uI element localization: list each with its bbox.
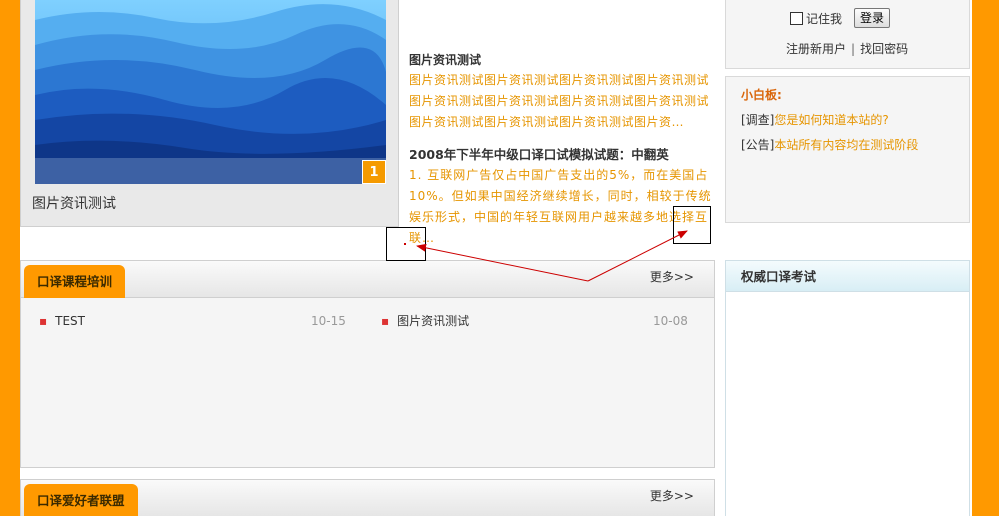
notice-tag: [公告] [741,138,775,152]
slider-caption[interactable]: 图片资讯测试 [32,193,116,213]
list-item[interactable]: ▪ TEST [39,314,85,328]
remember-label: 记住我 [806,12,843,26]
news-item-summary[interactable]: 图片资讯测试图片资讯测试图片资讯测试图片资讯测试图片资讯测试图片资讯测试图片资讯… [409,70,714,133]
notice-link[interactable]: 本站所有内容均在测试阶段 [774,138,918,152]
annotation-box-right [673,206,711,244]
training-section: 口译课程培训 更多>> ▪ TEST 10-15 ▪ 图片资讯测试 10-08 [20,260,715,468]
link-separator: | [851,42,856,56]
notice-tag: [调查] [741,113,775,127]
union-section: 口译爱好者联盟 更多>> [20,479,715,516]
forgot-password-link[interactable]: 找回密码 [860,42,908,56]
left-orange-border [0,0,20,516]
login-links: 注册新用户 | 找回密码 [786,40,908,57]
remember-me[interactable]: 记住我 [790,10,842,27]
notice-link[interactable]: 您是如何知道本站的? [774,113,888,127]
notice-item[interactable]: [公告]本站所有内容均在测试阶段 [741,137,954,153]
section-header: 口译课程培训 更多>> [21,261,714,298]
list-item-date: 10-08 [653,314,688,328]
exam-section-title: 权威口译考试 [726,261,969,292]
exam-section: 权威口译考试 [725,260,970,516]
list-item[interactable]: ▪ 图片资讯测试 [381,312,469,329]
news-item-title[interactable]: 图片资讯测试 [409,50,714,70]
list-item-title[interactable]: TEST [55,314,85,328]
notice-board: 小白板: [调查]您是如何知道本站的? [公告]本站所有内容均在测试阶段 [725,76,970,223]
login-button[interactable]: 登录 [854,8,891,28]
remember-checkbox[interactable] [790,12,803,25]
more-link[interactable]: 更多>> [650,268,694,285]
section-tab[interactable]: 口译爱好者联盟 [24,484,138,516]
image-slider: 1 图片资讯测试 [20,0,399,227]
login-box: 记住我 登录 注册新用户 | 找回密码 [725,0,970,69]
bullet-icon: ▪ [381,314,390,328]
list-item-title[interactable]: 图片资讯测试 [397,314,469,328]
notice-title: 小白板: [741,88,782,102]
annotation-box-left [386,227,426,261]
section-header: 口译爱好者联盟 更多>> [21,480,714,516]
list-item-date: 10-15 [311,314,346,328]
notice-item[interactable]: [调查]您是如何知道本站的? [741,112,954,128]
right-orange-border [972,0,999,516]
news-item-title[interactable]: 2008年下半年中级口译口试模拟试题：中翻英 [409,145,714,165]
register-link[interactable]: 注册新用户 [786,42,846,56]
news-column: 图片资讯测试 图片资讯测试图片资讯测试图片资讯测试图片资讯测试图片资讯测试图片资… [409,50,714,249]
news-item-summary[interactable]: 1. 互联网广告仅占中国广告支出的5%，而在美国占10%。但如果中国经济继续增长… [409,165,714,249]
more-link[interactable]: 更多>> [650,487,694,504]
slider-caption-strip [35,158,386,184]
slider-image[interactable]: 1 [35,0,386,184]
slider-page-button[interactable]: 1 [362,160,386,184]
bullet-icon: ▪ [39,314,48,328]
section-tab[interactable]: 口译课程培训 [24,265,126,298]
